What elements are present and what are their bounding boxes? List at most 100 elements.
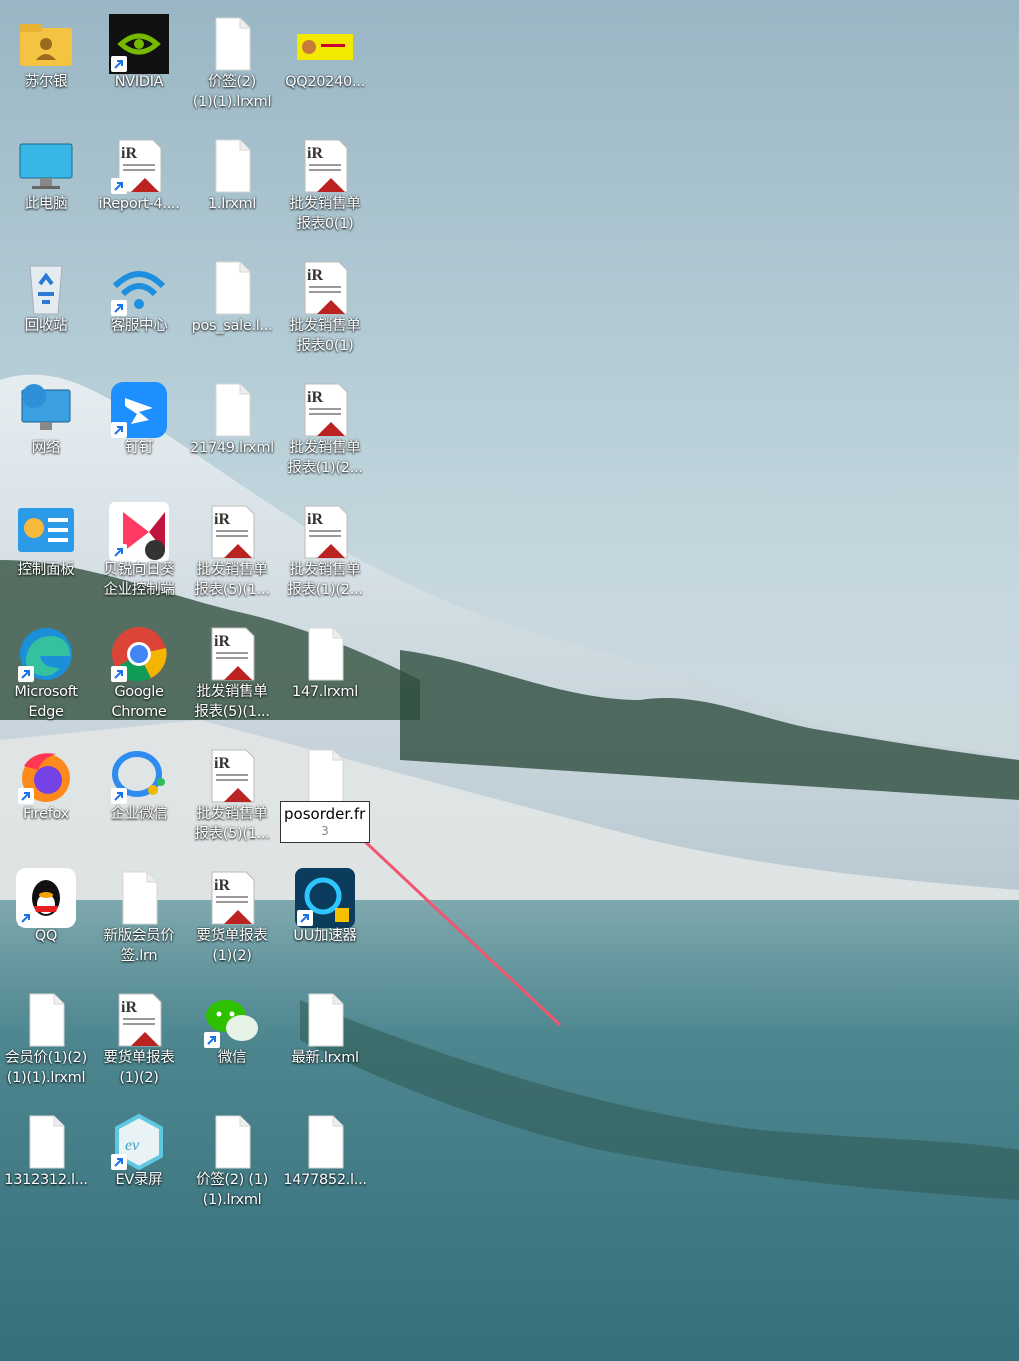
desktop-icon-label: 会员价(1)(2) (1)(1).lrxml (5, 1050, 87, 1086)
shortcut-arrow-icon (111, 422, 127, 438)
desktop-icon[interactable]: iR 批发销售单 报表0(1) (279, 252, 371, 370)
desktop-icon-label: 147.lrxml (292, 684, 358, 700)
desktop-icon[interactable]: 1312312.l... (0, 1106, 92, 1224)
desktop-icon[interactable]: 价签(2) (1)(1).lrxml (186, 8, 278, 126)
doc-icon (202, 1112, 262, 1172)
desktop-icon-label: 微信 (217, 1050, 247, 1066)
shortcut-arrow-icon (18, 788, 34, 804)
desktop-icon-label: Microsoft Edge (14, 684, 78, 720)
desktop-icon[interactable]: pos_sale.l... (186, 252, 278, 370)
desktop-icon-label: 批发销售单 报表(5)(1... (194, 562, 270, 598)
shortcut-arrow-icon (111, 56, 127, 72)
wecom-icon (109, 746, 169, 806)
desktop-icon-label: 钉钉 (124, 440, 154, 456)
desktop-icon[interactable]: 1477852.l... (279, 1106, 371, 1224)
uu-icon (295, 868, 355, 928)
shortcut-arrow-icon (204, 1032, 220, 1048)
desktop-icon-label: 价签(2) (1)(1).lrxml (192, 74, 272, 110)
ireport-icon: iR (295, 258, 355, 318)
desktop-icon[interactable]: 钉钉 (93, 374, 185, 492)
desktop-icon[interactable]: QQ (0, 862, 92, 980)
desktop-icon[interactable]: 21749.lrxml (186, 374, 278, 492)
desktop-icon[interactable]: iR 批发销售单 报表0(1) (279, 130, 371, 248)
shortcut-arrow-icon (111, 300, 127, 316)
desktop-icon[interactable]: UU加速器 (279, 862, 371, 980)
doc-icon (16, 1112, 76, 1172)
svg-text:ev: ev (125, 1137, 140, 1154)
desktop-icon[interactable]: QQ20240... (279, 8, 371, 126)
desktop-icon-label: 21749.lrxml (190, 440, 274, 456)
desktop-icon[interactable]: 此电脑 (0, 130, 92, 248)
desktop-icon[interactable]: 会员价(1)(2) (1)(1).lrxml (0, 984, 92, 1102)
desktop-icon[interactable]: 控制面板 (0, 496, 92, 614)
desktop-icon[interactable]: 企业微信 (93, 740, 185, 858)
desktop-icon[interactable]: iR 批发销售单 报表(1)(2... (279, 496, 371, 614)
desktop-icon[interactable]: 147.lrxml (279, 618, 371, 736)
shortcut-arrow-icon (18, 910, 34, 926)
network-icon (16, 380, 76, 440)
doc-renaming-icon (295, 746, 355, 806)
desktop-icon-label: 1312312.l... (4, 1172, 88, 1188)
desktop-icon[interactable]: iR 批发销售单 报表(5)(1... (186, 740, 278, 858)
desktop-icon-label: 此电脑 (24, 196, 68, 212)
desktop-icon[interactable]: NVIDIA (93, 8, 185, 126)
doc-icon (16, 990, 76, 1050)
desktop-icon[interactable]: 客服中心 (93, 252, 185, 370)
desktop-icon-label: UU加速器 (293, 928, 357, 944)
ireport-icon: iR (202, 868, 262, 928)
dingtalk-icon (109, 380, 169, 440)
rename-field-value[interactable]: posorder.fr (284, 805, 365, 823)
desktop-icon[interactable]: 苏尔银 (0, 8, 92, 126)
desktop-icon[interactable]: iR 批发销售单 报表(1)(2... (279, 374, 371, 492)
desktop-icon-label: EV录屏 (115, 1172, 163, 1188)
desktop-icon[interactable]: 价签(2) (1) (1).lrxml (186, 1106, 278, 1224)
desktop-icon-label: 要货单报表 (1)(2) (196, 928, 268, 964)
doc-icon (295, 1112, 355, 1172)
svg-text:iR: iR (121, 145, 137, 162)
desktop-icon-label: 最新.lrxml (291, 1050, 359, 1066)
ireport-icon: iR (295, 380, 355, 440)
shortcut-arrow-icon (18, 666, 34, 682)
desktop-icon[interactable]: iR iReport-4.... (93, 130, 185, 248)
desktop-icon[interactable]: 新版会员价 签.lrn (93, 862, 185, 980)
shortcut-arrow-icon (111, 666, 127, 682)
desktop-icon[interactable]: 最新.lrxml (279, 984, 371, 1102)
desktop-icon[interactable]: iR 要货单报表 (1)(2) (186, 862, 278, 980)
sunflower-icon (109, 502, 169, 562)
ireport-icon: iR (109, 990, 169, 1050)
desktop-icon[interactable]: iR 批发销售单 报表(5)(1... (186, 496, 278, 614)
image-thumb-icon (295, 14, 355, 74)
nvidia-icon (109, 14, 169, 74)
desktop-icon[interactable]: 网络 (0, 374, 92, 492)
svg-text:iR: iR (214, 633, 230, 650)
ireport-icon: iR (295, 136, 355, 196)
desktop-icon-label: 网络 (31, 440, 61, 456)
ireport-icon: iR (202, 624, 262, 684)
desktop-icon[interactable]: iR 要货单报表 (1)(2) (93, 984, 185, 1102)
desktop-icon[interactable]: 回收站 (0, 252, 92, 370)
svg-text:iR: iR (214, 877, 230, 894)
svg-text:iR: iR (121, 999, 137, 1016)
desktop-icon-label: 批发销售单 报表0(1) (289, 318, 361, 354)
doc-icon (295, 990, 355, 1050)
doc-icon (202, 380, 262, 440)
desktop-icon-label: 批发销售单 报表(5)(1... (194, 684, 270, 720)
desktop-icon-label: 批发销售单 报表(5)(1... (194, 806, 270, 842)
shortcut-arrow-icon (297, 910, 313, 926)
desktop-icon-label: 新版会员价 签.lrn (103, 928, 175, 964)
desktop-icon[interactable]: ev EV录屏 (93, 1106, 185, 1224)
desktop-icon[interactable]: 1.lrxml (186, 130, 278, 248)
svg-text:iR: iR (214, 511, 230, 528)
desktop-icon[interactable]: Firefox (0, 740, 92, 858)
desktop-icon[interactable]: iR 批发销售单 报表(5)(1... (186, 618, 278, 736)
control-panel-icon (16, 502, 76, 562)
desktop-icon[interactable]: 贝锐向日葵 企业控制端 (93, 496, 185, 614)
monitor-icon (16, 136, 76, 196)
desktop-icon[interactable]: Google Chrome (93, 618, 185, 736)
firefox-icon (16, 746, 76, 806)
desktop-icon[interactable]: 微信 (186, 984, 278, 1102)
desktop-icon[interactable]: Microsoft Edge (0, 618, 92, 736)
rename-field[interactable]: posorder.fr 3 (280, 801, 370, 843)
desktop-icon-label: 1477852.l... (283, 1172, 367, 1188)
desktop[interactable]: 苏尔银 NVIDIA 价签(2) (1)(1).lrxml QQ20240... 此电脑… (0, 0, 1019, 1361)
